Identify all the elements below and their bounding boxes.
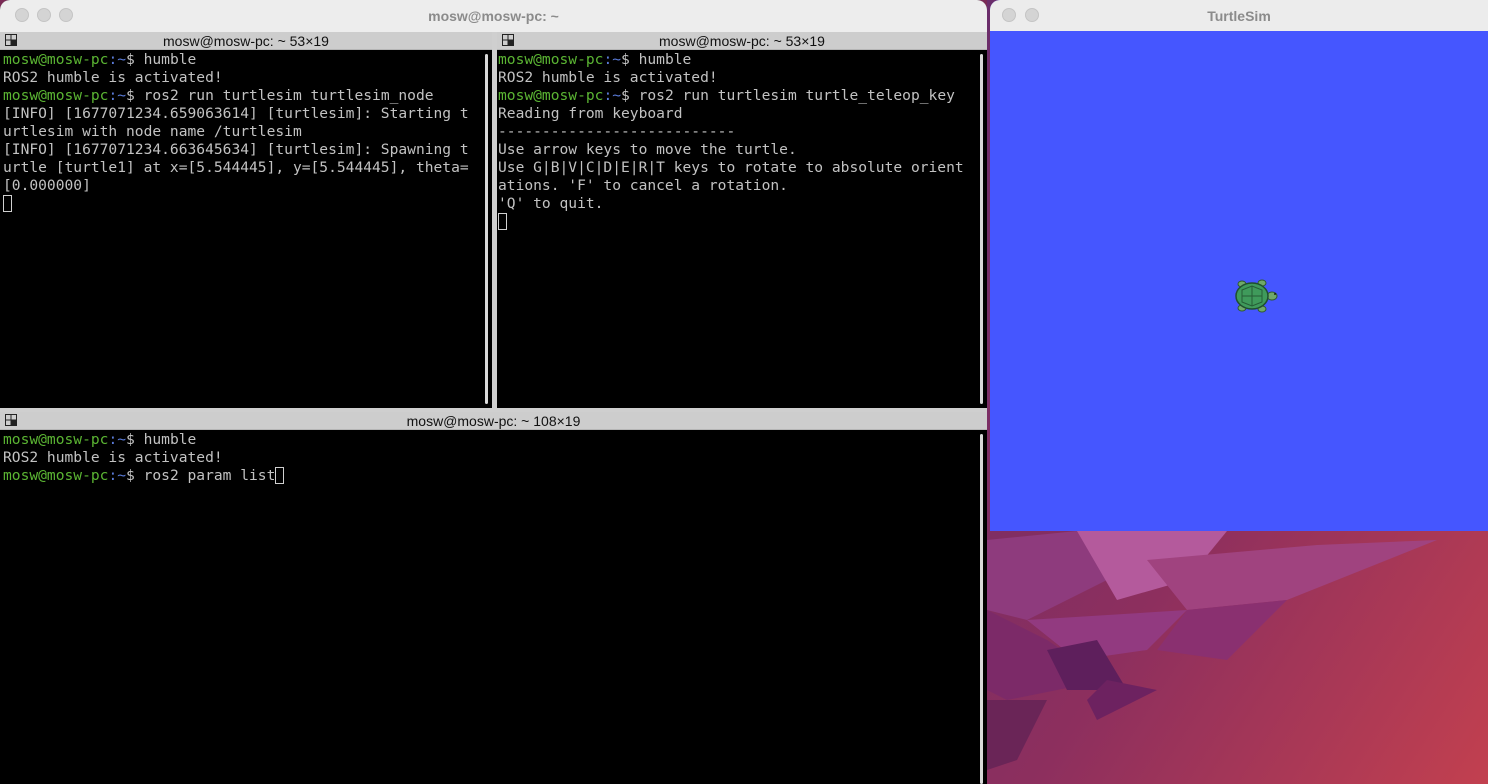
turtlesim-titlebar[interactable]: TurtleSim — [990, 0, 1488, 31]
terminal-line: ROS2 humble is activated! — [498, 69, 964, 87]
zoom-button[interactable] — [59, 8, 73, 22]
prompt-path: :~ — [108, 467, 127, 484]
pane-header-top-left[interactable]: mosw@mosw-pc: ~ 53×19 — [0, 32, 492, 50]
text-cursor — [275, 467, 285, 484]
output-text: 'Q' to quit. — [498, 195, 604, 212]
turtlesim-window-title: TurtleSim — [1207, 7, 1271, 24]
split-pane-icon[interactable] — [5, 414, 17, 426]
terminal-line: --------------------------- — [498, 123, 964, 141]
terminal-line: [INFO] [1677071234.663645634] [turtlesim… — [3, 141, 469, 159]
output-text: [INFO] [1677071234.663645634] [turtlesim… — [3, 141, 469, 158]
prompt-user: mosw@mosw-pc — [3, 467, 109, 484]
terminal-line: ROS2 humble is activated! — [3, 449, 284, 467]
prompt-user: mosw@mosw-pc — [498, 87, 604, 104]
terminal-line: urtle [turtle1] at x=[5.544445], y=[5.54… — [3, 159, 469, 177]
terminal-pane-bottom[interactable]: mosw@mosw-pc:~$ humble ROS2 humble is act… — [0, 430, 987, 784]
pane-title: mosw@mosw-pc: ~ 53×19 — [163, 32, 329, 49]
prompt-command: $ humble — [126, 431, 197, 448]
output-text: --------------------------- — [498, 123, 736, 140]
terminal-line: mosw@mosw-pc:~$ ros2 run turtlesim turtl… — [3, 87, 469, 105]
terminal-line: [INFO] [1677071234.659063614] [turtlesim… — [3, 105, 469, 123]
prompt-user: mosw@mosw-pc — [3, 87, 109, 104]
terminal-line: mosw@mosw-pc:~$ humble — [498, 51, 964, 69]
terminal-line — [3, 195, 469, 213]
output-text: ations. 'F' to cancel a rotation. — [498, 177, 788, 194]
output-text: urtlesim with node name /turtlesim — [3, 123, 302, 140]
terminal-output: mosw@mosw-pc:~$ humble ROS2 humble is act… — [3, 51, 469, 213]
terminal-line: Reading from keyboard — [498, 105, 964, 123]
terminal-pane-top-right[interactable]: mosw@mosw-pc:~$ humble ROS2 humble is act… — [497, 50, 987, 408]
turtlesim-window[interactable]: TurtleSim — [990, 0, 1488, 531]
turtle-icon — [1235, 279, 1278, 313]
output-text: [INFO] [1677071234.659063614] [turtlesim… — [3, 105, 469, 122]
output-text: [0.000000] — [3, 177, 91, 194]
pane-title: mosw@mosw-pc: ~ 53×19 — [659, 32, 825, 49]
prompt-user: mosw@mosw-pc — [3, 51, 109, 68]
prompt-command: $ ros2 param list — [126, 467, 276, 484]
terminal-line: 'Q' to quit. — [498, 195, 964, 213]
terminal-line: mosw@mosw-pc:~$ humble — [3, 431, 284, 449]
terminal-line: Use arrow keys to move the turtle. — [498, 141, 964, 159]
scrollbar[interactable] — [980, 434, 983, 784]
output-text: urtle [turtle1] at x=[5.544445], y=[5.54… — [3, 159, 469, 176]
split-pane-icon[interactable] — [502, 34, 514, 46]
output-text: Use arrow keys to move the turtle. — [498, 141, 797, 158]
prompt-user: mosw@mosw-pc — [3, 431, 109, 448]
prompt-user: mosw@mosw-pc — [498, 51, 604, 68]
terminal-output: mosw@mosw-pc:~$ humble ROS2 humble is act… — [498, 51, 964, 231]
output-text: Use G|B|V|C|D|E|R|T keys to rotate to ab… — [498, 159, 964, 176]
prompt-path: :~ — [108, 431, 127, 448]
prompt-path: :~ — [603, 51, 622, 68]
terminal-titlebar[interactable]: mosw@mosw-pc: ~ — [0, 0, 987, 32]
terminal-output: mosw@mosw-pc:~$ humble ROS2 humble is act… — [3, 431, 285, 485]
split-pane-icon[interactable] — [5, 34, 17, 46]
minimize-button[interactable] — [1025, 8, 1039, 22]
prompt-path: :~ — [108, 87, 127, 104]
terminal-line: mosw@mosw-pc:~$ ros2 param list — [3, 467, 285, 485]
terminal-line — [498, 213, 964, 231]
terminal-pane-top-left[interactable]: mosw@mosw-pc:~$ humble ROS2 humble is act… — [0, 50, 492, 408]
output-text: ROS2 humble is activated! — [3, 69, 223, 86]
text-cursor — [498, 213, 507, 230]
terminal-line: [0.000000] — [3, 177, 469, 195]
output-text: Reading from keyboard — [498, 105, 683, 122]
scrollbar[interactable] — [980, 54, 983, 404]
text-cursor — [3, 195, 12, 212]
terminal-window-title: mosw@mosw-pc: ~ — [428, 8, 559, 24]
prompt-path: :~ — [108, 51, 127, 68]
terminal-line: urtlesim with node name /turtlesim — [3, 123, 469, 141]
output-text: ROS2 humble is activated! — [3, 449, 223, 466]
terminal-line: ROS2 humble is activated! — [3, 69, 469, 87]
terminal-line: Use G|B|V|C|D|E|R|T keys to rotate to ab… — [498, 159, 964, 177]
pane-header-top-right[interactable]: mosw@mosw-pc: ~ 53×19 — [497, 32, 987, 50]
pane-title: mosw@mosw-pc: ~ 108×19 — [406, 412, 581, 429]
prompt-command: $ ros2 run turtlesim turtle_teleop_key — [621, 87, 955, 104]
terminal-line: mosw@mosw-pc:~$ ros2 run turtlesim turtl… — [498, 87, 964, 105]
prompt-command: $ humble — [126, 51, 197, 68]
prompt-command: $ ros2 run turtlesim turtlesim_node — [126, 87, 434, 104]
prompt-command: $ humble — [621, 51, 692, 68]
close-button[interactable] — [1002, 8, 1016, 22]
scrollbar[interactable] — [485, 54, 488, 404]
terminal-line: ations. 'F' to cancel a rotation. — [498, 177, 964, 195]
pane-header-bottom[interactable]: mosw@mosw-pc: ~ 108×19 — [0, 412, 987, 430]
minimize-button[interactable] — [37, 8, 51, 22]
terminal-line: mosw@mosw-pc:~$ humble — [3, 51, 469, 69]
terminal-window[interactable]: mosw@mosw-pc: ~ mosw@mosw-pc: ~ 53×19 mo… — [0, 0, 987, 784]
prompt-path: :~ — [603, 87, 622, 104]
output-text: ROS2 humble is activated! — [498, 69, 718, 86]
turtlesim-canvas[interactable] — [990, 31, 1488, 531]
close-button[interactable] — [15, 8, 29, 22]
